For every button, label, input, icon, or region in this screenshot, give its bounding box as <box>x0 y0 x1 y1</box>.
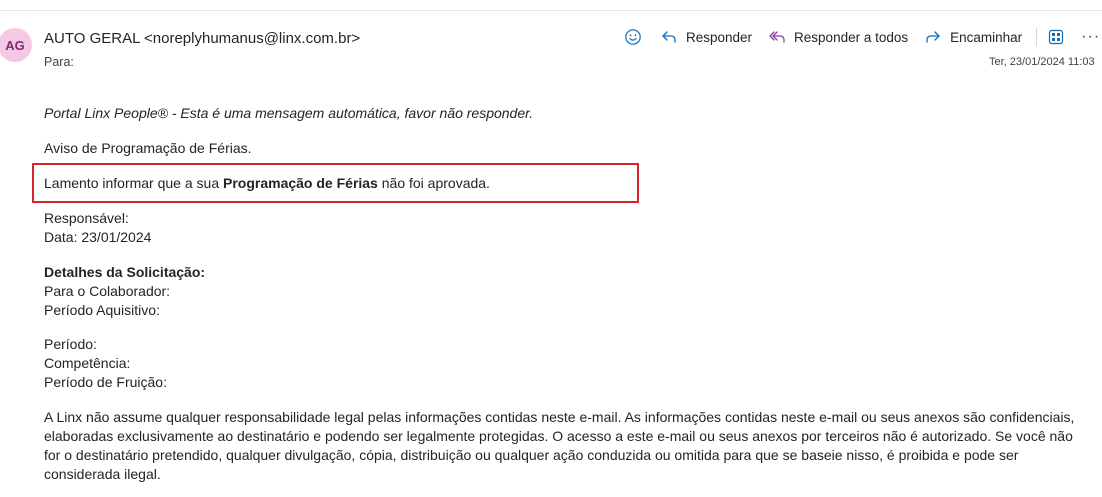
email-body: Portal Linx People® - Esta é uma mensage… <box>44 104 1084 484</box>
message-actions-toolbar: Responder Responder a todos Encaminhar ·… <box>622 26 1100 48</box>
sender-name[interactable]: AUTO GERAL <noreplyhumanus@linx.com.br> <box>44 30 360 47</box>
periodo-aquisitivo-field: Período Aquisitivo: <box>44 302 160 318</box>
apps-grid-icon[interactable] <box>1045 26 1067 48</box>
responsavel-field: Responsável: <box>44 210 129 226</box>
to-label: Para: <box>44 55 74 69</box>
legal-disclaimer: A Linx não assume qualquer responsabilid… <box>44 409 1075 482</box>
colaborador-field: Para o Colaborador: <box>44 283 171 299</box>
reply-all-label: Responder a todos <box>794 29 909 45</box>
forward-label: Encaminhar <box>950 29 1023 45</box>
message-bold: Programação de Férias <box>223 175 378 191</box>
notice-title: Aviso de Programação de Férias. <box>44 140 252 156</box>
toolbar-divider <box>1036 28 1038 46</box>
periodo-field: Período: <box>44 336 97 352</box>
reply-label: Responder <box>686 29 753 45</box>
competencia-field: Competência: <box>44 355 131 371</box>
auto-message-intro: Portal Linx People® - Esta é uma mensage… <box>44 105 534 121</box>
details-title-text: Detalhes da Solicitação: <box>44 264 206 280</box>
top-divider <box>0 10 1102 11</box>
message-prefix: Lamento informar que a sua <box>44 175 223 191</box>
data-field: Data: 23/01/2024 <box>44 229 152 245</box>
more-options-button[interactable]: ··· <box>1081 28 1100 46</box>
smiley-icon[interactable] <box>622 26 644 48</box>
reply-all-button[interactable]: Responder a todos <box>766 26 908 48</box>
message-timestamp: Ter, 23/01/2024 11:03 <box>989 56 1095 68</box>
reply-all-icon <box>766 26 788 48</box>
forward-icon <box>922 26 944 48</box>
message-suffix: não foi aprovada. <box>377 175 490 191</box>
reply-icon <box>658 26 680 48</box>
forward-button[interactable]: Encaminhar <box>922 26 1022 48</box>
periodo-fruicao-field: Período de Fruição: <box>44 374 167 390</box>
sender-avatar[interactable]: AG <box>0 28 32 62</box>
details-title: Detalhes da Solicitação: <box>44 263 1084 282</box>
rejection-message: Lamento informar que a sua Programação d… <box>44 174 1084 193</box>
reply-button[interactable]: Responder <box>658 26 752 48</box>
